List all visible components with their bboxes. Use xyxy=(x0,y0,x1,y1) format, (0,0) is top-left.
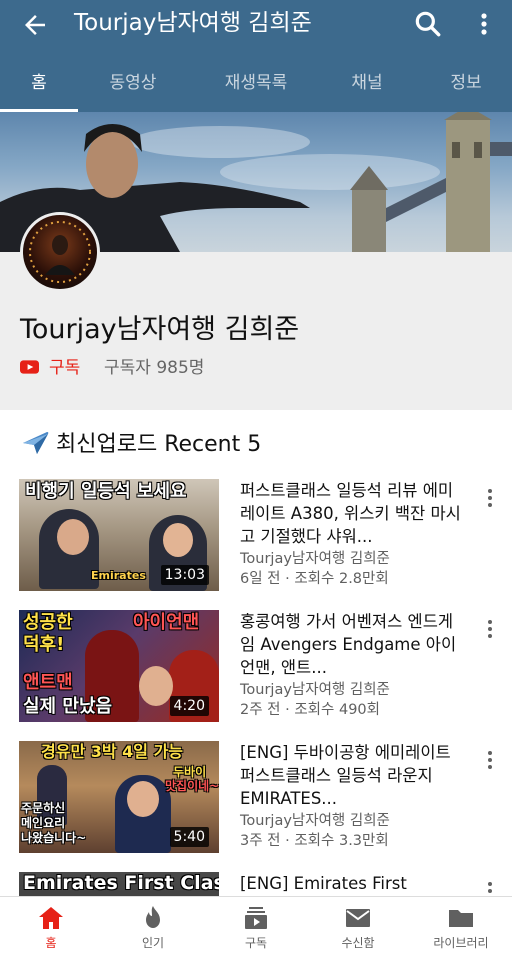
thumbnail-caption: 나왔습니다~ xyxy=(21,831,87,845)
thumbnail-caption: 경유만 3박 4일 가능 xyxy=(41,742,184,761)
video-title[interactable]: 홍콩여행 가서 어벤져스 엔드게임 Avengers Endgame 아이언맨,… xyxy=(240,610,465,679)
section-title: 최신업로드 Recent 5 xyxy=(20,428,261,461)
video-title[interactable]: [ENG] Emirates First xyxy=(240,872,465,895)
section-title-text: 최신업로드 Recent 5 xyxy=(56,432,262,457)
thumbnail-caption: Emirates xyxy=(91,569,146,582)
mail-icon xyxy=(346,909,370,927)
youtube-subscribe-icon[interactable] xyxy=(20,360,39,374)
video-item[interactable]: 성공한 덕후! 아이언맨 앤트맨 실제 만났음 4:20 홍콩여행 가서 어벤져… xyxy=(0,610,512,728)
channel-tabs: 홈 동영상 재생목록 채널 정보 xyxy=(0,56,512,112)
video-channel: Tourjay남자여행 김희준 xyxy=(240,551,390,567)
video-duration: 13:03 xyxy=(160,565,209,585)
thumbnail-caption: 맛집이네~ xyxy=(165,779,219,793)
nav-label: 인기 xyxy=(141,936,165,950)
more-vert-icon[interactable] xyxy=(480,878,500,896)
back-arrow-icon[interactable] xyxy=(20,10,50,40)
nav-library[interactable]: 라이브러리 xyxy=(410,897,512,961)
search-icon[interactable] xyxy=(412,8,444,40)
nav-label: 수신함 xyxy=(341,936,375,950)
channel-avatar[interactable] xyxy=(20,212,100,292)
channel-name: Tourjay남자여행 김희준 xyxy=(20,314,300,345)
more-vert-icon[interactable] xyxy=(480,616,500,644)
thumbnail-caption: 덕후! xyxy=(23,634,65,655)
video-title[interactable]: 퍼스트클래스 일등석 리뷰 에미레이트 A380, 위스키 백잔 마시고 기절했… xyxy=(240,479,465,548)
video-meta: 3주 전 · 조회수 3.3만회 xyxy=(240,833,389,849)
airplane-icon xyxy=(23,432,49,454)
tab-home[interactable]: 홈 xyxy=(0,56,78,112)
video-item[interactable]: 비행기 일등석 보세요 Emirates 13:03 퍼스트클래스 일등석 리뷰… xyxy=(0,479,512,597)
thumbnail-caption: 아이언맨 xyxy=(133,612,200,633)
video-item[interactable]: Emirates First Class [ENG] Emirates Firs… xyxy=(0,872,512,896)
thumbnail-caption: 앤트맨 xyxy=(23,672,73,693)
video-channel: Tourjay남자여행 김희준 xyxy=(240,682,390,698)
more-vert-icon[interactable] xyxy=(480,485,500,513)
app-bar: Tourjay남자여행 김희준 홈 동영상 재생목록 채널 정보 xyxy=(0,0,512,112)
bottom-navigation: 홈 인기 구독 수신함 라이브러리 xyxy=(0,896,512,961)
thumbnail-caption: Emirates First Class xyxy=(23,872,219,894)
folder-icon xyxy=(449,910,473,927)
video-duration: 4:20 xyxy=(169,696,209,716)
more-vert-icon[interactable] xyxy=(472,8,496,40)
nav-trending[interactable]: 인기 xyxy=(102,897,204,961)
tab-videos[interactable]: 동영상 xyxy=(78,56,188,112)
thumbnail-caption: 성공한 xyxy=(23,612,73,633)
flame-icon xyxy=(146,906,160,928)
thumbnail-caption: 두바이 xyxy=(173,765,207,779)
more-vert-icon[interactable] xyxy=(480,747,500,775)
video-thumbnail[interactable]: Emirates First Class xyxy=(19,872,219,896)
video-item[interactable]: 경유만 3박 4일 가능 두바이 맛집이네~ 주문하신 메인요리 나왔습니다~ … xyxy=(0,741,512,859)
subscriber-count: 구독자 985명 xyxy=(104,358,205,378)
video-meta: 2주 전 · 조회수 490회 xyxy=(240,702,380,718)
thumbnail-caption: 메인요리 xyxy=(21,816,66,830)
tab-about[interactable]: 정보 xyxy=(420,56,512,112)
home-icon xyxy=(39,907,63,929)
video-duration: 5:40 xyxy=(169,827,209,847)
nav-label: 홈 xyxy=(45,936,57,950)
video-channel: Tourjay남자여행 김희준 xyxy=(240,813,390,829)
nav-subscriptions[interactable]: 구독 xyxy=(205,897,307,961)
tab-playlists[interactable]: 재생목록 xyxy=(198,56,314,112)
video-thumbnail[interactable]: 경유만 3박 4일 가능 두바이 맛집이네~ 주문하신 메인요리 나왔습니다~ … xyxy=(19,741,219,853)
subscribe-button[interactable]: 구독 xyxy=(49,356,80,380)
thumbnail-caption: 비행기 일등석 보세요 xyxy=(25,481,187,502)
video-title[interactable]: [ENG] 두바이공항 에미레이트 퍼스트클래스 일등석 라운지 EMIRATE… xyxy=(240,741,465,810)
nav-home[interactable]: 홈 xyxy=(0,897,102,961)
thumbnail-caption: 실제 만났음 xyxy=(23,696,113,717)
nav-inbox[interactable]: 수신함 xyxy=(307,897,409,961)
nav-label: 구독 xyxy=(244,936,268,950)
video-thumbnail[interactable]: 성공한 덕후! 아이언맨 앤트맨 실제 만났음 4:20 xyxy=(19,610,219,722)
nav-label: 라이브러리 xyxy=(433,936,489,950)
tab-channels[interactable]: 채널 xyxy=(324,56,410,112)
subscriptions-icon xyxy=(245,907,267,929)
thumbnail-caption: 주문하신 xyxy=(21,801,66,815)
channel-title: Tourjay남자여행 김희준 xyxy=(74,10,312,36)
avatar-image xyxy=(29,221,91,283)
video-meta: 6일 전 · 조회수 2.8만회 xyxy=(240,571,389,587)
video-thumbnail[interactable]: 비행기 일등석 보세요 Emirates 13:03 xyxy=(19,479,219,591)
